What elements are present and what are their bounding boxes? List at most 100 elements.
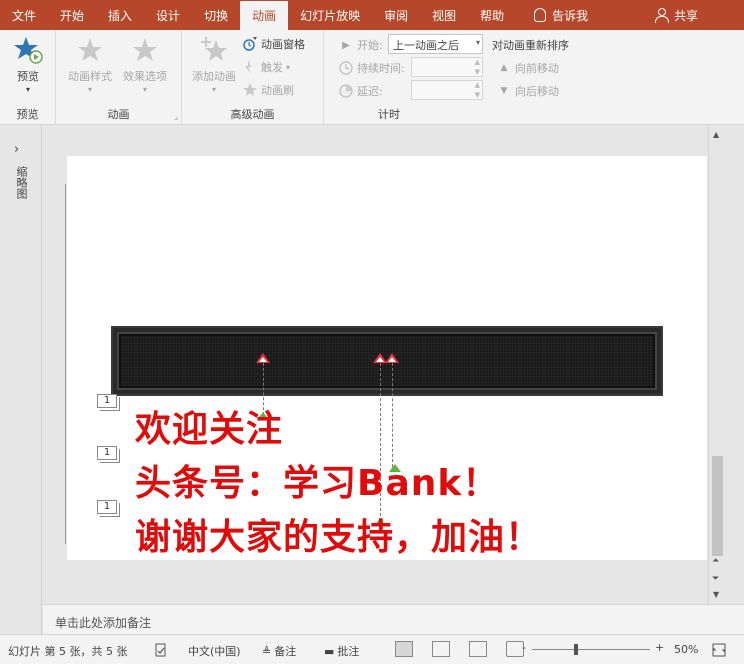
start-label-row: ▶ 开始: (338, 37, 383, 53)
notes-toggle-label: 备注 (274, 645, 297, 658)
group-label-advanced: 高级动画 (230, 108, 275, 121)
next-slide-icon[interactable]: ⏷ (712, 574, 719, 584)
scroll-down-icon[interactable]: ▼ (713, 590, 719, 599)
preview-button[interactable]: 预览 ▾ (8, 34, 48, 94)
dialog-launcher-icon[interactable]: ⌟ (174, 112, 178, 121)
motion-path-start-icon[interactable] (385, 353, 399, 363)
scroll-up-icon[interactable]: ▲ (713, 130, 719, 139)
effect-options-label: 效果选项 (123, 70, 167, 83)
group-label-preview: 预览 (16, 108, 39, 121)
zoom-slider-knob[interactable] (574, 644, 578, 655)
slide-text-line-2[interactable]: 头条号：学习Bank！ (135, 454, 499, 506)
slide-edit-area: 1 1 1 欢迎关注 头条号：学习Bank！ 谢谢大家的支持，加油！ ▲ ⏶ ⏷… (43, 126, 726, 604)
zoom-minus-label: - (522, 641, 526, 654)
reorder-label: 对动画重新排序 (492, 39, 569, 52)
zoom-level[interactable]: 50% (674, 643, 698, 656)
trigger-button[interactable]: 触发 ▾ (242, 59, 290, 75)
delay-spinner[interactable]: ▲ ▼ (411, 80, 483, 100)
tab-view[interactable]: 视图 (420, 0, 468, 30)
zoom-out-button[interactable]: - (522, 641, 526, 654)
star-icon (74, 34, 106, 66)
motion-path-line (392, 363, 393, 467)
lightbulb-icon (534, 8, 547, 22)
group-preview: 预览 ▾ 预览 (0, 30, 56, 125)
motion-path-start-icon[interactable] (256, 353, 270, 363)
spin-up-icon[interactable]: ▲ (475, 58, 480, 66)
tab-insert[interactable]: 插入 (96, 0, 144, 30)
start-select[interactable]: 上一动画之后 ▾ (388, 34, 483, 54)
tab-help[interactable]: 帮助 (468, 0, 516, 30)
tab-review[interactable]: 审阅 (372, 0, 420, 30)
tab-transitions[interactable]: 切换 (192, 0, 240, 30)
chevron-down-icon: ▾ (87, 85, 92, 94)
group-label-animation: 动画 (107, 108, 130, 121)
zoom-level-text: 50% (674, 643, 699, 656)
tell-me-label: 告诉我 (552, 8, 589, 23)
start-label: 开始: (357, 39, 383, 52)
effect-options-button[interactable]: 效果选项 ▾ (118, 34, 172, 94)
tab-animations[interactable]: 动画 (240, 1, 289, 30)
play-icon: ▶ (342, 39, 350, 51)
add-animation-button[interactable]: 添加动画 ▾ (186, 34, 242, 94)
fit-to-window-icon[interactable] (712, 643, 726, 657)
group-label-timing: 计时 (378, 108, 400, 121)
zoom-in-button[interactable]: + (655, 641, 664, 654)
animation-order-tag[interactable]: 1 (97, 500, 117, 514)
vertical-scrollbar[interactable]: ▲ ⏶ ⏷ ▼ (708, 126, 726, 604)
share-label: 共享 (674, 8, 699, 23)
powerpoint-window: 文件 开始 插入 设计 切换 动画 幻灯片放映 审阅 视图 帮助 告诉我 共享 … (0, 0, 744, 664)
star-play-icon (12, 34, 44, 66)
spin-down-icon[interactable]: ▼ (475, 68, 480, 76)
thumbnail-pane-label[interactable]: 缩略图 (13, 166, 29, 199)
status-bar: 幻灯片 第 5 张，共 5 张 中文(中国) ≜ 备注 ▬ 批注 - + 50% (0, 634, 744, 664)
slide-canvas[interactable]: 1 1 1 欢迎关注 头条号：学习Bank！ 谢谢大家的支持，加油！ (65, 156, 707, 560)
add-animation-label: 添加动画 (192, 70, 236, 83)
share-button[interactable]: 共享 (646, 0, 706, 30)
animation-order-tag[interactable]: 1 (97, 394, 117, 408)
normal-view-icon[interactable] (395, 641, 413, 657)
delay-label: 延迟: (357, 85, 383, 98)
comments-toggle-button[interactable]: ▬ 批注 (324, 643, 359, 659)
language-text: 中文(中国) (188, 645, 241, 658)
notes-icon: ≜ (262, 644, 272, 658)
zoom-slider[interactable] (532, 644, 650, 655)
previous-slide-icon[interactable]: ⏶ (712, 556, 719, 566)
tab-file[interactable]: 文件 (0, 0, 48, 30)
expand-chevron-icon[interactable]: › (14, 142, 19, 157)
tab-home[interactable]: 开始 (48, 0, 96, 30)
reading-view-icon[interactable] (469, 641, 487, 657)
group-animation: 动画样式 ▾ 效果选项 ▾ 动画 ⌟ (56, 30, 182, 125)
tab-design[interactable]: 设计 (144, 0, 192, 30)
language-indicator[interactable]: 中文(中国) (188, 643, 241, 659)
slide-sorter-view-icon[interactable] (432, 641, 450, 657)
animation-painter-button[interactable]: 动画刷 (242, 82, 294, 98)
slide-text-line-1[interactable]: 欢迎关注 (135, 400, 283, 452)
add-star-icon (198, 34, 230, 66)
animation-styles-button[interactable]: 动画样式 ▾ (64, 34, 116, 94)
move-later-button[interactable]: ▼ 向后移动 (496, 83, 559, 99)
move-later-label: 向后移动 (515, 85, 559, 98)
animation-order-tag[interactable]: 1 (97, 446, 117, 460)
tab-slideshow[interactable]: 幻灯片放映 (288, 0, 372, 30)
notes-toggle-button[interactable]: ≜ 备注 (262, 643, 296, 659)
animation-pane-button[interactable]: 动画窗格 (242, 36, 305, 52)
slide-text-line-3[interactable]: 谢谢大家的支持，加油！ (135, 508, 542, 560)
preview-label: 预览 (17, 70, 39, 83)
animation-painter-icon (242, 82, 258, 98)
duration-spinner[interactable]: ▲ ▼ (411, 57, 483, 77)
group-timing: ▶ 开始: 上一动画之后 ▾ 持续时间: ▲ ▼ 延迟: ▲ ▼ 对动画重新排序… (324, 30, 586, 125)
spin-up-icon[interactable]: ▲ (475, 81, 480, 89)
slide-count-text: 幻灯片 第 5 张，共 5 张 (8, 645, 128, 658)
ribbon: 预览 ▾ 预览 动画样式 ▾ 效果选项 ▾ 动画 ⌟ 添加动画 ▾ 动画窗格 触… (0, 30, 744, 125)
notes-pane[interactable]: 单击此处添加备注 (43, 604, 744, 634)
spin-down-icon[interactable]: ▼ (475, 91, 480, 99)
chevron-down-icon: ▾ (286, 62, 291, 72)
move-earlier-button[interactable]: ▲ 向前移动 (496, 60, 559, 76)
tell-me-search[interactable]: 告诉我 (526, 0, 596, 30)
scroll-thumb[interactable] (712, 456, 723, 556)
start-select-value: 上一动画之后 (393, 39, 459, 52)
trigger-label: 触发 (261, 61, 283, 74)
zoom-plus-label: + (655, 641, 665, 654)
animation-painter-label: 动画刷 (261, 84, 294, 97)
spelling-check-icon[interactable] (154, 643, 168, 657)
